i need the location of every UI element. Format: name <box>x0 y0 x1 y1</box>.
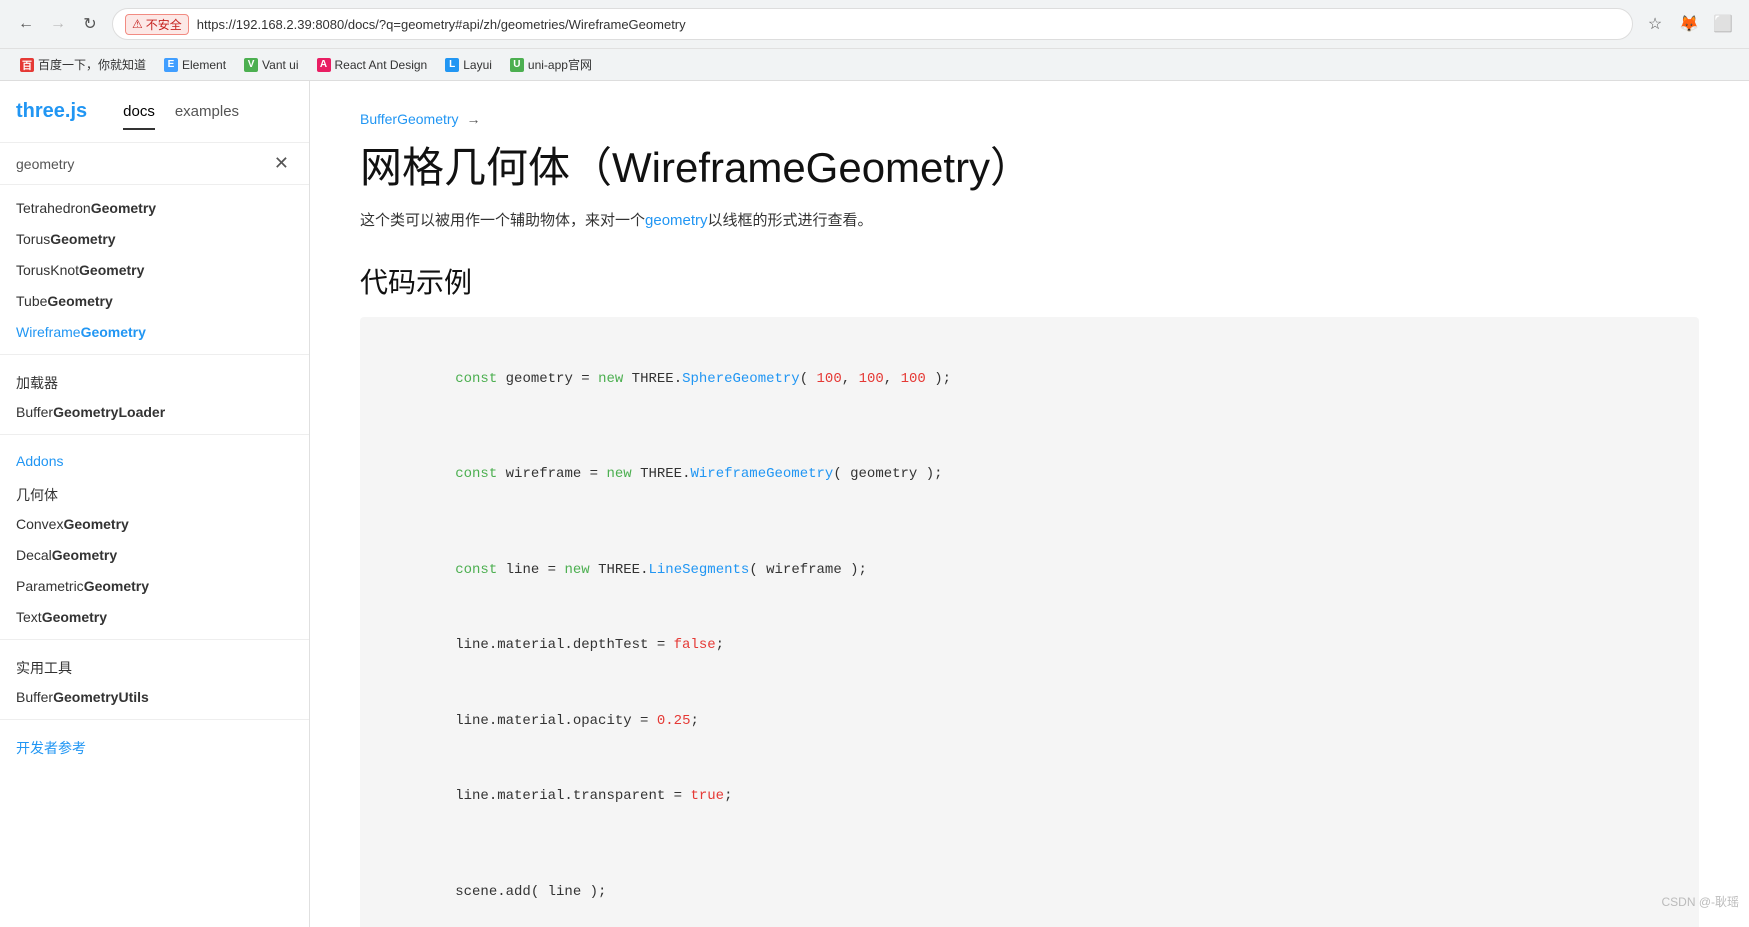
code-empty-3 <box>388 835 1671 855</box>
reload-button[interactable]: ↻ <box>76 10 104 38</box>
bookmark-icon-vant: V <box>244 58 258 72</box>
security-badge: ⚠ 不安全 <box>125 14 189 35</box>
tab-docs[interactable]: docs <box>123 103 155 130</box>
tab-examples[interactable]: examples <box>175 103 239 130</box>
bookmark-button[interactable]: ☆ <box>1641 10 1669 38</box>
code-line-5: line.material.opacity = 0.25; <box>388 684 1671 760</box>
code-line-2: const wireframe = new THREE.WireframeGeo… <box>388 437 1671 513</box>
breadcrumb-link[interactable]: BufferGeometry <box>360 111 459 127</box>
bookmark-label-react-ant: React Ant Design <box>335 58 428 72</box>
bookmark-label-baidu: 百度一下，你就知道 <box>38 56 146 73</box>
desc-link[interactable]: geometry <box>645 212 708 229</box>
bookmark-label-layui: Layui <box>463 58 492 72</box>
desc-before: 这个类可以被用作一个辅助物体，来对一个 <box>360 212 645 229</box>
sidebar-item-decal[interactable]: DecalGeometry <box>0 540 309 571</box>
bookmark-label-uniapp: uni-app官网 <box>528 56 592 73</box>
section-code-title: 代码示例 <box>360 261 1699 301</box>
sidebar-item-torusknot[interactable]: TorusKnotGeometry <box>0 255 309 286</box>
sidebar-header: three.js docs examples <box>0 81 309 143</box>
address-bar[interactable]: ⚠ 不安全 https://192.168.2.39:8080/docs/?q=… <box>112 8 1633 40</box>
bookmark-icon-element: E <box>164 58 178 72</box>
code-block: const geometry = new THREE.SphereGeometr… <box>360 317 1699 927</box>
code-line-4: line.material.depthTest = false; <box>388 608 1671 684</box>
sidebar: three.js docs examples geometry ✕ Tetrah… <box>0 81 310 927</box>
section-geo: 几何体 <box>0 473 309 509</box>
app-layout: three.js docs examples geometry ✕ Tetrah… <box>0 81 1749 927</box>
browser-actions: ☆ 🦊 ⬜ <box>1641 10 1737 38</box>
section-utils: 实用工具 <box>0 646 309 682</box>
back-button[interactable]: ← <box>12 10 40 38</box>
sidebar-item-convex[interactable]: ConvexGeometry <box>0 509 309 540</box>
watermark: CSDN @-耿瑶 <box>1661 893 1739 910</box>
browser-toolbar: ← → ↻ ⚠ 不安全 https://192.168.2.39:8080/do… <box>0 0 1749 48</box>
section-dev[interactable]: 开发者参考 <box>0 726 309 762</box>
code-line-3: const line = new THREE.LineSegments( wir… <box>388 533 1671 609</box>
code-line-1: const geometry = new THREE.SphereGeometr… <box>388 341 1671 417</box>
divider-dev <box>0 719 309 720</box>
sidebar-item-torus[interactable]: TorusGeometry <box>0 224 309 255</box>
forward-button[interactable]: → <box>44 10 72 38</box>
code-line-7: scene.add( line ); <box>388 855 1671 927</box>
sidebar-item-parametric[interactable]: ParametricGeometry <box>0 571 309 602</box>
code-keyword-const1: const <box>455 371 497 387</box>
breadcrumb-arrow: → <box>466 111 480 127</box>
divider-loaders <box>0 354 309 355</box>
section-addons[interactable]: Addons <box>0 441 309 473</box>
bookmark-label-vant: Vant ui <box>262 58 298 72</box>
browser-chrome: ← → ↻ ⚠ 不安全 https://192.168.2.39:8080/do… <box>0 0 1749 81</box>
bookmark-icon-baidu: 百 <box>20 58 34 72</box>
nav-buttons: ← → ↻ <box>12 10 104 38</box>
bookmark-vant[interactable]: V Vant ui <box>236 55 306 75</box>
bookmark-react-ant[interactable]: A React Ant Design <box>309 55 436 75</box>
section-loaders: 加载器 <box>0 361 309 397</box>
bookmark-uniapp[interactable]: Uuni-app官网 <box>502 53 600 76</box>
bookmark-element[interactable]: E Element <box>156 55 234 75</box>
bookmark-icon-uniapp: U <box>510 58 524 72</box>
sidebar-search: geometry ✕ <box>0 143 309 185</box>
bookmarks-bar: 百百度一下，你就知道 E Element V Vant ui A React Ant Des… <box>0 48 1749 80</box>
main-content[interactable]: BufferGeometry → 网格几何体（WireframeGeometry… <box>310 81 1749 927</box>
bookmark-label-element: Element <box>182 58 226 72</box>
sidebar-item-bufferutils[interactable]: BufferGeometryUtils <box>0 682 309 713</box>
close-search-button[interactable]: ✕ <box>270 153 293 174</box>
extension-button[interactable]: 🦊 <box>1675 10 1703 38</box>
divider-utils <box>0 639 309 640</box>
url-text: https://192.168.2.39:8080/docs/?q=geomet… <box>197 17 1620 32</box>
menu-button[interactable]: ⬜ <box>1709 10 1737 38</box>
sidebar-item-bufferloader[interactable]: BufferGeometryLoader <box>0 397 309 428</box>
security-icon: ⚠ <box>132 17 143 31</box>
divider-addons <box>0 434 309 435</box>
bookmark-baidu[interactable]: 百百度一下，你就知道 <box>12 53 154 76</box>
bookmark-layui[interactable]: L Layui <box>437 55 500 75</box>
search-text[interactable]: geometry <box>16 156 74 172</box>
bookmark-icon-react-ant: A <box>317 58 331 72</box>
page-title: 网格几何体（WireframeGeometry） <box>360 143 1699 193</box>
desc-after: 以线框的形式进行查看。 <box>708 212 873 229</box>
code-empty-1 <box>388 417 1671 437</box>
security-label: 不安全 <box>146 16 182 33</box>
sidebar-item-wireframe[interactable]: WireframeGeometry <box>0 317 309 348</box>
code-line-6: line.material.transparent = true; <box>388 759 1671 835</box>
sidebar-nav: docs examples <box>107 93 255 130</box>
page-description: 这个类可以被用作一个辅助物体，来对一个geometry以线框的形式进行查看。 <box>360 209 1699 233</box>
sidebar-list[interactable]: TetrahedronGeometry TorusGeometry TorusK… <box>0 185 309 927</box>
bookmark-icon-layui: L <box>445 58 459 72</box>
sidebar-item-tetrahedron[interactable]: TetrahedronGeometry <box>0 193 309 224</box>
breadcrumb[interactable]: BufferGeometry → <box>360 111 1699 127</box>
sidebar-item-tube[interactable]: TubeGeometry <box>0 286 309 317</box>
logo[interactable]: three.js <box>16 100 87 123</box>
sidebar-item-text[interactable]: TextGeometry <box>0 602 309 633</box>
code-empty-2 <box>388 513 1671 533</box>
